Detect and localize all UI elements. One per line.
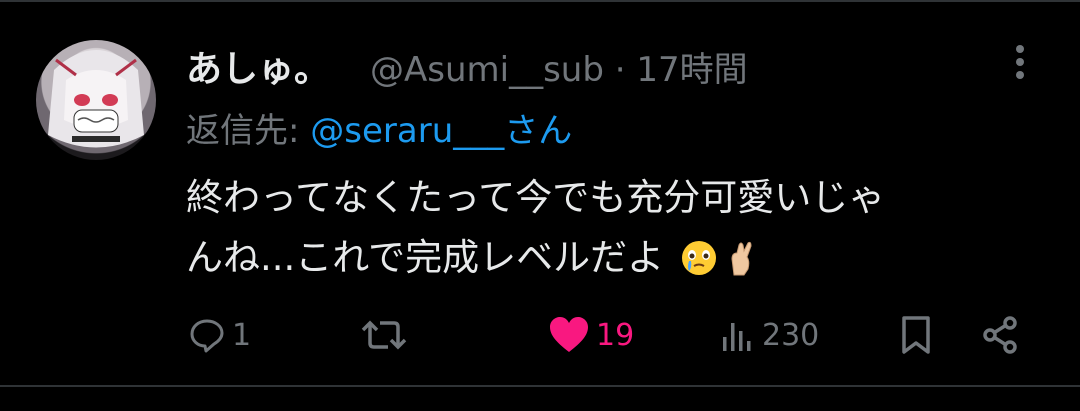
views-count: 230 [762, 317, 820, 353]
post-body-line-1: 終わってなくたって今でも充分可愛いじゃ [186, 176, 886, 219]
post-body-line-2: んね...これで完成レベルだよ [186, 236, 665, 279]
divider-bottom [0, 385, 1080, 387]
reply-count: 1 [232, 317, 252, 353]
bookmark-icon [902, 316, 930, 354]
reply-button[interactable]: 1 [188, 305, 251, 365]
avatar[interactable] [36, 40, 156, 160]
reply-icon [190, 319, 224, 353]
reply-mention-link[interactable]: @seraru___さん [310, 111, 572, 151]
post-body: 終わってなくたって今でも充分可愛いじゃ んね...これで完成レベルだよ [186, 168, 1006, 288]
bookmark-button[interactable] [898, 305, 934, 365]
views-button[interactable]: 230 [720, 305, 819, 365]
reply-to-row: 返信先: @seraru___さん [186, 103, 572, 152]
handle-and-time[interactable]: @Asumi__sub · 17時間 [370, 42, 748, 91]
more-options-icon[interactable] [1006, 42, 1034, 82]
reply-to-label: 返信先: [186, 111, 311, 151]
face-holding-back-tears-icon [681, 241, 716, 275]
views-chart-icon [723, 323, 751, 351]
crossed-fingers-icon [731, 241, 752, 276]
share-icon [983, 316, 1017, 354]
heart-icon [550, 317, 588, 352]
like-count: 19 [596, 317, 635, 353]
retweet-icon [361, 320, 407, 350]
like-button[interactable]: 19 [548, 305, 634, 365]
share-button[interactable] [980, 305, 1020, 365]
divider-top [0, 0, 1080, 2]
avatar-illustration [48, 50, 144, 148]
retweet-button[interactable] [360, 305, 414, 365]
display-name[interactable]: あしゅ。 [186, 40, 330, 92]
post-actions-bar: 1 19 230 [0, 305, 1080, 365]
